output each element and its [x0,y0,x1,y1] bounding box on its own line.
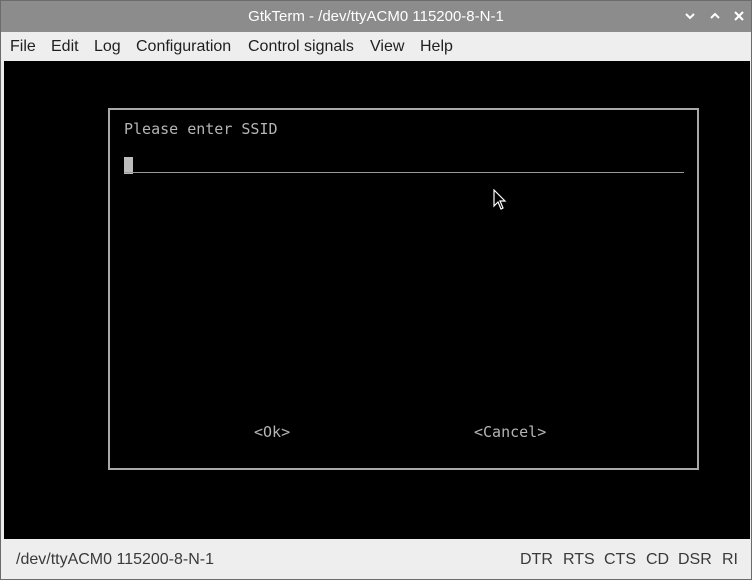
menu-bar: File Edit Log Configuration Control sign… [1,32,751,61]
window-title: GtkTerm - /dev/ttyACM0 115200-8-N-1 [248,8,504,25]
status-port-info: /dev/ttyACM0 115200-8-N-1 [16,551,215,568]
menu-view[interactable]: View [370,32,404,61]
cancel-button[interactable]: <Cancel> [474,423,546,441]
ssid-input[interactable] [124,172,684,173]
signal-cd: CD [646,551,670,568]
menu-control-signals[interactable]: Control signals [248,32,354,61]
close-button[interactable] [729,6,749,26]
ssid-prompt: Please enter SSID [124,120,278,138]
signal-dtr: DTR [520,551,553,568]
close-icon [734,11,744,21]
signal-dsr: DSR [678,551,712,568]
ok-button[interactable]: <Ok> [254,423,290,441]
minimize-button[interactable] [680,6,700,26]
menu-file[interactable]: File [10,32,36,61]
terminal-area[interactable]: Please enter SSID <Ok> <Cancel> [4,61,750,539]
menu-log[interactable]: Log [94,32,121,61]
signal-cts: CTS [604,551,636,568]
menu-help[interactable]: Help [420,32,453,61]
gtkterm-window: GtkTerm - /dev/ttyACM0 115200-8-N-1 File… [0,0,752,580]
menu-edit[interactable]: Edit [51,32,79,61]
maximize-button[interactable] [705,6,725,26]
status-bar: /dev/ttyACM0 115200-8-N-1 DTR RTS CTS CD… [1,539,751,579]
menu-configuration[interactable]: Configuration [136,32,231,61]
signal-ri: RI [722,551,738,568]
chevron-down-icon [685,13,695,20]
title-bar[interactable]: GtkTerm - /dev/ttyACM0 115200-8-N-1 [1,1,751,32]
signal-rts: RTS [563,551,595,568]
ssid-dialog: Please enter SSID <Ok> <Cancel> [108,108,699,470]
chevron-up-icon [710,12,720,19]
mouse-pointer-icon [493,189,507,210]
